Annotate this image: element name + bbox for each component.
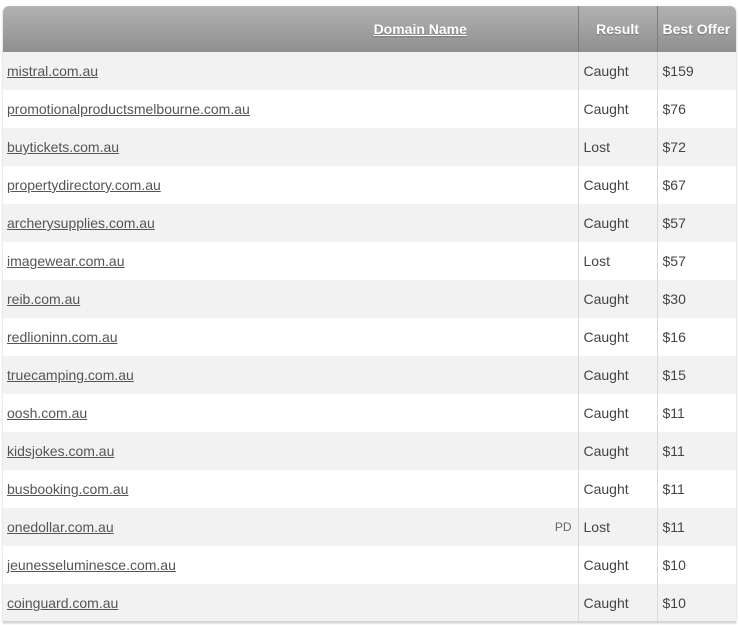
domain-cell: mistral.com.au — [3, 52, 579, 90]
table-row: propertydirectory.com.au Caught $67 — [3, 166, 736, 204]
domain-link[interactable]: archerysupplies.com.au — [7, 215, 155, 231]
domain-cell: kidsjokes.com.au — [3, 432, 579, 470]
domain-cell: propertydirectory.com.au — [3, 166, 579, 204]
domain-link[interactable]: propertydirectory.com.au — [7, 177, 161, 193]
domain-cell: buytickets.com.au — [3, 128, 579, 166]
best-offer-cell: $72 — [657, 128, 736, 166]
domain-cell: busbooking.com.au — [3, 470, 579, 508]
domain-link[interactable]: imagewear.com.au — [7, 253, 125, 269]
result-cell: Caught — [578, 356, 658, 394]
domain-cell: promotionalproductsmelbourne.com.au — [3, 90, 579, 128]
best-offer-cell: $11 — [657, 394, 736, 432]
best-offer-cell: $11 — [657, 470, 736, 508]
table-row: coinguard.com.au Caught $10 — [3, 584, 736, 622]
domain-cell: truecamping.com.au — [3, 356, 579, 394]
domain-cell: imagewear.com.au — [3, 242, 579, 280]
table-row: onedollar.com.au PD Lost $11 — [3, 508, 736, 546]
table-row: archerysupplies.com.au Caught $57 — [3, 204, 736, 242]
result-cell: Lost — [578, 508, 658, 546]
result-cell: Caught — [578, 318, 658, 356]
table-row: mistral.com.au Caught $159 — [3, 52, 736, 90]
result-cell: Caught — [578, 394, 658, 432]
table-row: jeunesseluminesce.com.au Caught $10 — [3, 546, 736, 584]
domain-link[interactable]: jeunesseluminesce.com.au — [7, 557, 176, 573]
domain-cell: jeunesseluminesce.com.au — [3, 546, 579, 584]
domain-link[interactable]: busbooking.com.au — [7, 481, 128, 497]
best-offer-cell: $76 — [657, 90, 736, 128]
domain-link[interactable]: oosh.com.au — [7, 405, 87, 421]
result-cell: Caught — [578, 166, 658, 204]
results-table: Domain Name Result Best Offer mistral.co… — [3, 6, 736, 622]
result-cell: Caught — [578, 280, 658, 318]
domain-link[interactable]: buytickets.com.au — [7, 139, 119, 155]
result-cell: Caught — [578, 546, 658, 584]
result-cell: Caught — [578, 584, 658, 622]
column-header-result: Result — [578, 6, 658, 52]
best-offer-cell: $11 — [657, 508, 736, 546]
result-cell: Caught — [578, 90, 658, 128]
best-offer-cell: $67 — [657, 166, 736, 204]
domain-cell: redlioninn.com.au — [3, 318, 579, 356]
domain-link[interactable]: onedollar.com.au — [7, 519, 114, 535]
column-header-best-offer: Best Offer — [657, 6, 736, 52]
results-table-container: Domain Name Result Best Offer mistral.co… — [3, 6, 736, 622]
domain-cell: archerysupplies.com.au — [3, 204, 579, 242]
domain-link[interactable]: promotionalproductsmelbourne.com.au — [7, 101, 250, 117]
result-cell: Lost — [578, 242, 658, 280]
table-row: imagewear.com.au Lost $57 — [3, 242, 736, 280]
table-row: oosh.com.au Caught $11 — [3, 394, 736, 432]
domain-link[interactable]: coinguard.com.au — [7, 595, 118, 611]
sort-link-domain[interactable]: Domain Name — [374, 21, 467, 37]
table-row: truecamping.com.au Caught $15 — [3, 356, 736, 394]
table-bottom-edge — [3, 621, 736, 624]
column-header-domain[interactable]: Domain Name — [3, 6, 579, 52]
table-row: reib.com.au Caught $30 — [3, 280, 736, 318]
best-offer-cell: $57 — [657, 204, 736, 242]
table-row: promotionalproductsmelbourne.com.au Caug… — [3, 90, 736, 128]
header-row: Domain Name Result Best Offer — [3, 6, 736, 52]
result-cell: Lost — [578, 128, 658, 166]
best-offer-cell: $10 — [657, 584, 736, 622]
domain-tag: PD — [554, 520, 572, 534]
table-row: busbooking.com.au Caught $11 — [3, 470, 736, 508]
domain-cell: coinguard.com.au — [3, 584, 579, 622]
domain-cell: reib.com.au — [3, 280, 579, 318]
domain-link[interactable]: kidsjokes.com.au — [7, 443, 114, 459]
domain-link[interactable]: reib.com.au — [7, 291, 80, 307]
result-cell: Caught — [578, 432, 658, 470]
best-offer-cell: $57 — [657, 242, 736, 280]
result-cell: Caught — [578, 470, 658, 508]
table-row: kidsjokes.com.au Caught $11 — [3, 432, 736, 470]
table-body: mistral.com.au Caught $159 promotionalpr… — [3, 52, 736, 622]
best-offer-cell: $159 — [657, 52, 736, 90]
best-offer-cell: $15 — [657, 356, 736, 394]
best-offer-cell: $10 — [657, 546, 736, 584]
domain-cell: oosh.com.au — [3, 394, 579, 432]
table-row: redlioninn.com.au Caught $16 — [3, 318, 736, 356]
table-header: Domain Name Result Best Offer — [3, 6, 736, 52]
domain-cell: onedollar.com.au PD — [3, 508, 579, 546]
domain-link[interactable]: redlioninn.com.au — [7, 329, 118, 345]
domain-link[interactable]: mistral.com.au — [7, 63, 98, 79]
best-offer-cell: $11 — [657, 432, 736, 470]
result-cell: Caught — [578, 204, 658, 242]
best-offer-cell: $30 — [657, 280, 736, 318]
domain-link[interactable]: truecamping.com.au — [7, 367, 134, 383]
result-cell: Caught — [578, 52, 658, 90]
table-row: buytickets.com.au Lost $72 — [3, 128, 736, 166]
best-offer-cell: $16 — [657, 318, 736, 356]
